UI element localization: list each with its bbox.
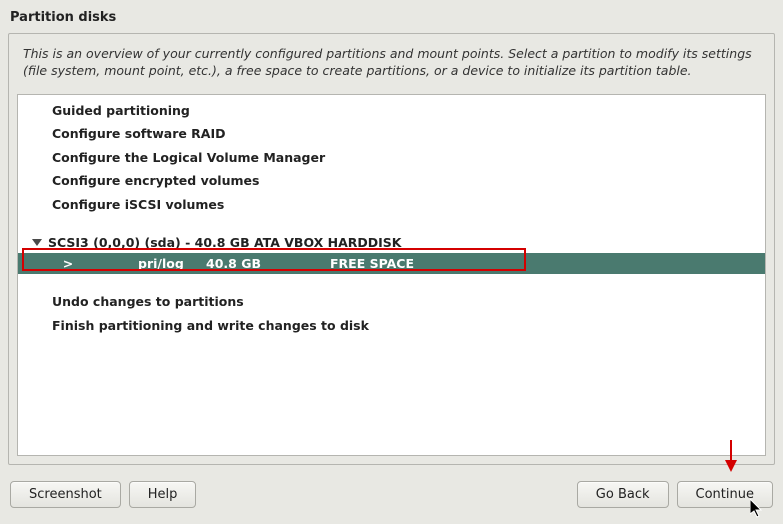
expand-triangle-icon [32, 239, 42, 246]
button-bar: Screenshot Help Go Back Continue [0, 481, 783, 508]
menu-configure-iscsi[interactable]: Configure iSCSI volumes [18, 193, 765, 217]
partition-type: pri/log [138, 256, 206, 271]
go-back-button[interactable]: Go Back [577, 481, 669, 508]
menu-configure-raid[interactable]: Configure software RAID [18, 122, 765, 146]
partition-size: 40.8 GB [206, 256, 270, 271]
menu-guided-partitioning[interactable]: Guided partitioning [18, 99, 765, 123]
menu-configure-lvm[interactable]: Configure the Logical Volume Manager [18, 146, 765, 170]
disk-label: SCSI3 (0,0,0) (sda) - 40.8 GB ATA VBOX H… [48, 235, 401, 250]
partition-usage: FREE SPACE [330, 256, 414, 271]
page-title: Partition disks [0, 0, 783, 33]
list-spacer [18, 216, 765, 232]
help-button[interactable]: Help [129, 481, 197, 508]
screenshot-button[interactable]: Screenshot [10, 481, 121, 508]
list-spacer [18, 274, 765, 290]
menu-finish-partitioning[interactable]: Finish partitioning and write changes to… [18, 314, 765, 338]
partition-marker: > [58, 256, 78, 271]
button-spacer [204, 481, 568, 508]
instructions-text: This is an overview of your currently co… [9, 34, 774, 90]
menu-configure-encrypted[interactable]: Configure encrypted volumes [18, 169, 765, 193]
partition-listbox: Guided partitioning Configure software R… [17, 94, 766, 456]
menu-undo-changes[interactable]: Undo changes to partitions [18, 290, 765, 314]
partition-panel: This is an overview of your currently co… [8, 33, 775, 465]
disk-header[interactable]: SCSI3 (0,0,0) (sda) - 40.8 GB ATA VBOX H… [18, 232, 765, 253]
continue-button[interactable]: Continue [677, 481, 773, 508]
partition-free-space[interactable]: > pri/log 40.8 GB FREE SPACE [18, 253, 765, 274]
